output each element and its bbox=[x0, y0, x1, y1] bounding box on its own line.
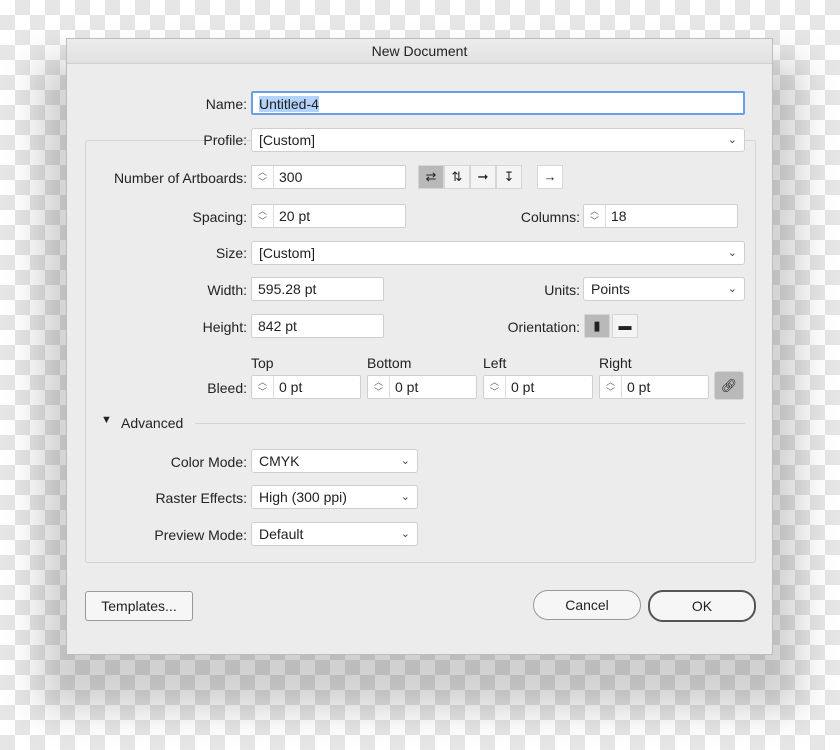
stepper-arrows-icon[interactable]: ︿ ﹀ bbox=[600, 376, 622, 398]
size-select[interactable]: [Custom] ⌄ bbox=[251, 241, 745, 265]
right-to-left-icon[interactable]: → bbox=[537, 165, 563, 189]
raster-effects-value: High (300 ppi) bbox=[259, 489, 347, 505]
chevron-down-icon: ⌄ bbox=[400, 491, 410, 503]
arrange-by-row-icon[interactable]: ➞ bbox=[470, 165, 496, 189]
units-select[interactable]: Points ⌄ bbox=[583, 277, 745, 301]
bleed-right-value: 0 pt bbox=[627, 379, 651, 395]
preview-mode-select[interactable]: Default ⌄ bbox=[251, 522, 418, 546]
arrange-by-column-icon[interactable]: ↧ bbox=[496, 165, 522, 189]
dialog-title: New Document bbox=[67, 39, 772, 64]
portrait-icon[interactable]: ▮ bbox=[584, 314, 610, 338]
name-value: Untitled-4 bbox=[259, 96, 319, 112]
advanced-divider bbox=[195, 423, 745, 424]
stepper-arrows-icon[interactable]: ︿ ﹀ bbox=[368, 376, 390, 398]
chevron-down-icon: ⌄ bbox=[727, 247, 737, 259]
disclosure-triangle-icon[interactable]: ▼ bbox=[101, 414, 112, 426]
size-label: Size: bbox=[215, 245, 247, 261]
units-value: Points bbox=[591, 281, 630, 297]
bleed-bottom-stepper[interactable]: ︿ ﹀ 0 pt bbox=[367, 375, 477, 399]
name-label: Name: bbox=[205, 96, 247, 112]
spacing-stepper[interactable]: ︿ ﹀ 20 pt bbox=[251, 204, 406, 228]
bleed-bottom-value: 0 pt bbox=[395, 379, 419, 395]
grid-by-row-icon[interactable]: ⇄ bbox=[418, 165, 444, 189]
stepper-arrows-icon[interactable]: ︿ ﹀ bbox=[252, 166, 274, 188]
raster-effects-select[interactable]: High (300 ppi) ⌄ bbox=[251, 485, 418, 509]
ok-button[interactable]: OK bbox=[648, 590, 756, 622]
cancel-button[interactable]: Cancel bbox=[533, 590, 641, 620]
stepper-arrows-icon[interactable]: ︿ ﹀ bbox=[584, 205, 606, 227]
color-mode-select[interactable]: CMYK ⌄ bbox=[251, 449, 418, 473]
size-value: [Custom] bbox=[259, 245, 316, 261]
templates-button[interactable]: Templates... bbox=[85, 591, 193, 621]
color-mode-value: CMYK bbox=[259, 453, 300, 469]
height-input[interactable]: 842 pt bbox=[251, 314, 384, 338]
raster-effects-label: Raster Effects: bbox=[155, 490, 247, 506]
artboards-stepper[interactable]: ︿ ﹀ 300 bbox=[251, 165, 406, 189]
chevron-down-icon: ⌄ bbox=[400, 528, 410, 540]
profile-select[interactable]: [Custom] ⌄ bbox=[251, 128, 745, 152]
name-input[interactable]: Untitled-4 bbox=[251, 91, 745, 115]
columns-stepper[interactable]: ︿ ﹀ 18 bbox=[583, 204, 738, 228]
stepper-arrows-icon[interactable]: ︿ ﹀ bbox=[252, 205, 274, 227]
chevron-down-icon: ⌄ bbox=[400, 455, 410, 467]
profile-value: [Custom] bbox=[259, 132, 316, 148]
bleed-left-stepper[interactable]: ︿ ﹀ 0 pt bbox=[483, 375, 593, 399]
units-label: Units: bbox=[544, 282, 580, 298]
bleed-right-stepper[interactable]: ︿ ﹀ 0 pt bbox=[599, 375, 709, 399]
spacing-value: 20 pt bbox=[279, 208, 311, 224]
preview-mode-label: Preview Mode: bbox=[154, 527, 247, 543]
stepper-arrows-icon[interactable]: ︿ ﹀ bbox=[252, 376, 274, 398]
bleed-bottom-label: Bottom bbox=[367, 355, 412, 371]
bleed-left-label: Left bbox=[483, 355, 507, 371]
bleed-left-value: 0 pt bbox=[511, 379, 535, 395]
bleed-top-label: Top bbox=[251, 355, 274, 371]
color-mode-label: Color Mode: bbox=[170, 454, 247, 470]
stepper-arrows-icon[interactable]: ︿ ﹀ bbox=[484, 376, 506, 398]
artboards-value: 300 bbox=[279, 169, 303, 185]
advanced-label[interactable]: Advanced bbox=[121, 415, 183, 431]
grid-by-column-icon[interactable]: ⇅ bbox=[444, 165, 470, 189]
columns-label: Columns: bbox=[520, 209, 580, 225]
width-label: Width: bbox=[207, 282, 247, 298]
profile-label: Profile: bbox=[203, 132, 247, 148]
height-label: Height: bbox=[202, 319, 247, 335]
orientation-label: Orientation: bbox=[507, 319, 580, 335]
columns-value: 18 bbox=[611, 208, 627, 224]
chevron-down-icon: ⌄ bbox=[727, 283, 737, 295]
bleed-label: Bleed: bbox=[207, 380, 247, 396]
landscape-icon[interactable]: ▬ bbox=[612, 314, 638, 338]
width-input[interactable]: 595.28 pt bbox=[251, 277, 384, 301]
spacing-label: Spacing: bbox=[192, 209, 247, 225]
new-document-dialog: New Document Name: Untitled-4 Profile: [… bbox=[66, 38, 773, 655]
preview-mode-value: Default bbox=[259, 526, 304, 542]
link-icon[interactable]: 🔗︎ bbox=[714, 371, 744, 400]
bleed-top-stepper[interactable]: ︿ ﹀ 0 pt bbox=[251, 375, 361, 399]
chevron-down-icon: ⌄ bbox=[727, 134, 737, 146]
artboards-label: Number of Artboards: bbox=[113, 170, 247, 186]
bleed-right-label: Right bbox=[599, 355, 632, 371]
bleed-top-value: 0 pt bbox=[279, 379, 303, 395]
